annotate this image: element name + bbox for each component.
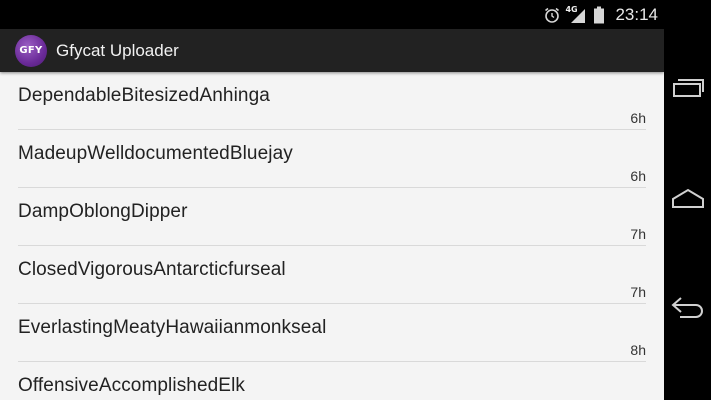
list-item-title: DependableBitesizedAnhinga: [18, 85, 270, 106]
list-item[interactable]: DampOblongDipper 7h: [18, 188, 646, 246]
app-title: Gfycat Uploader: [56, 40, 179, 60]
recent-apps-button[interactable]: [664, 70, 711, 110]
status-icons: 4G 23:14: [543, 0, 658, 29]
list-item[interactable]: MadeupWelldocumentedBluejay 6h: [18, 130, 646, 188]
list-item[interactable]: ClosedVigorousAntarcticfurseal 7h: [18, 246, 646, 304]
list-item[interactable]: OffensiveAccomplishedElk: [18, 362, 646, 400]
list-item-title: DampOblongDipper: [18, 201, 188, 222]
list-item-age: 7h: [630, 226, 646, 242]
list-item[interactable]: EverlastingMeatyHawaiianmonkseal 8h: [18, 304, 646, 362]
list-item-title: MadeupWelldocumentedBluejay: [18, 143, 293, 164]
list-item-age: 6h: [630, 110, 646, 126]
status-bar: 4G 23:14: [0, 0, 664, 29]
back-icon: [670, 295, 706, 325]
upload-list: DependableBitesizedAnhinga 6h MadeupWell…: [0, 72, 664, 400]
network-type-label: 4G: [565, 4, 578, 14]
battery-icon: [593, 6, 605, 24]
list-item-age: 8h: [630, 342, 646, 358]
signal-icon: 4G: [565, 4, 587, 24]
status-clock: 23:14: [615, 4, 658, 24]
list-item-age: 6h: [630, 168, 646, 184]
navigation-bar: [664, 0, 711, 400]
action-bar: GFY Gfycat Uploader: [0, 29, 664, 72]
app-logo[interactable]: GFY: [15, 34, 47, 67]
list-item-title: ClosedVigorousAntarcticfurseal: [18, 259, 286, 280]
recent-apps-icon: [671, 77, 705, 103]
app-screen: 4G 23:14 GFY Gfycat Uploader DependableB…: [0, 0, 664, 400]
list-item-age: 7h: [630, 284, 646, 300]
home-icon: [671, 186, 705, 214]
list-item-title: EverlastingMeatyHawaiianmonkseal: [18, 317, 327, 338]
back-button[interactable]: [664, 290, 711, 330]
list-item-title: OffensiveAccomplishedElk: [18, 375, 245, 396]
alarm-icon: [543, 6, 561, 24]
home-button[interactable]: [664, 180, 711, 220]
list-item[interactable]: DependableBitesizedAnhinga 6h: [18, 72, 646, 130]
